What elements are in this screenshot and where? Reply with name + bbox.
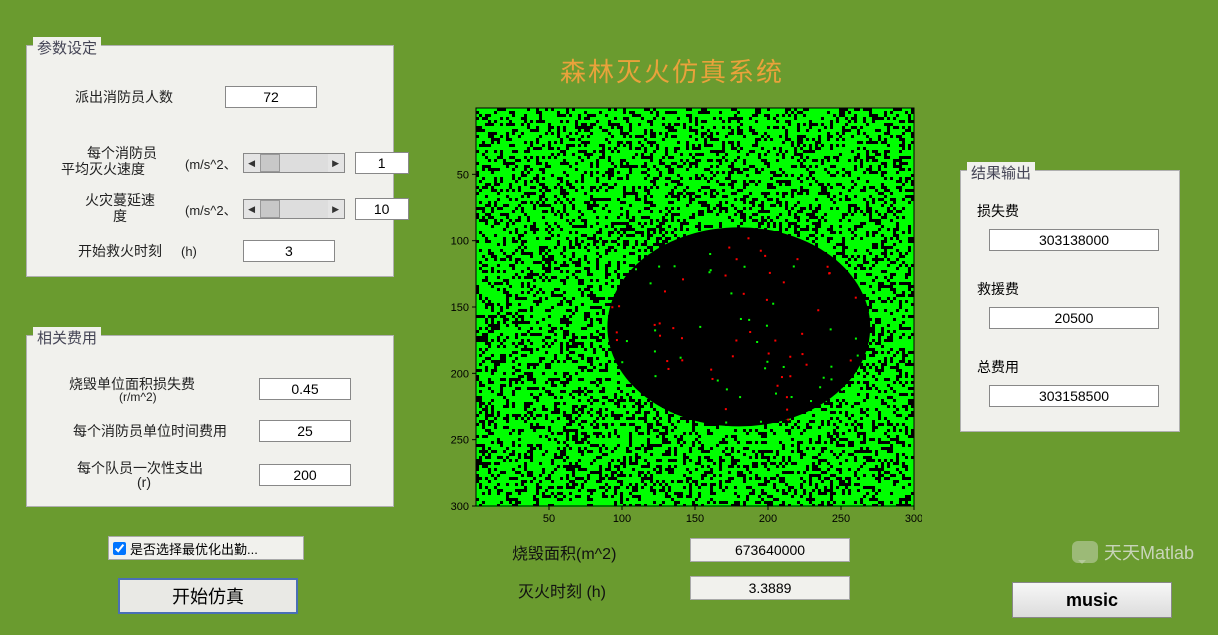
- firefighters-input[interactable]: [225, 86, 317, 108]
- optimize-checkbox[interactable]: [113, 542, 126, 555]
- per-ff-speed-label-2: 平均灭火速度: [61, 159, 145, 179]
- firefighters-label: 派出消防员人数: [59, 87, 189, 107]
- plot-svg: 5010015020025030050100150200250300: [442, 100, 922, 530]
- extinguish-time-label: 灭火时刻 (h): [518, 578, 606, 602]
- start-time-input[interactable]: [243, 240, 335, 262]
- rescue-fee-value: 20500: [989, 307, 1159, 329]
- output-panel-title: 结果输出: [967, 162, 1035, 183]
- fire-spread-unit: (m/s^2、: [185, 200, 237, 219]
- extinguish-time-value: 3.3889: [690, 576, 850, 600]
- music-button[interactable]: music: [1012, 582, 1172, 618]
- slider-right-arrow-icon[interactable]: ▶: [328, 200, 344, 218]
- start-time-label: 开始救火时刻: [65, 241, 175, 261]
- wechat-icon: [1072, 541, 1098, 563]
- oneoff-input[interactable]: [259, 464, 351, 486]
- watermark-text: 天天Matlab: [1104, 539, 1194, 565]
- loss-fee-label: 损失费: [977, 201, 1019, 221]
- total-fee-label: 总费用: [977, 357, 1019, 377]
- cost-panel: 相关费用 烧毁单位面积损失费 (r/m^2) 每个消防员单位时间费用 每个队员一…: [26, 335, 394, 507]
- parameter-panel: 参数设定 派出消防员人数 每个消防员 平均灭火速度 (m/s^2、 ◀ ▶ 火灾…: [26, 45, 394, 277]
- burned-area-label: 烧毁面积(m^2): [512, 540, 616, 564]
- total-fee-value: 303158500: [989, 385, 1159, 407]
- output-panel: 结果输出 损失费 303138000 救援费 20500 总费用 3031585…: [960, 170, 1180, 432]
- per-ff-time-label: 每个消防员单位时间费用: [55, 421, 245, 441]
- slider-right-arrow-icon[interactable]: ▶: [328, 154, 344, 172]
- burned-area-value: 673640000: [690, 538, 850, 562]
- slider-left-arrow-icon[interactable]: ◀: [244, 154, 260, 172]
- parameter-panel-title: 参数设定: [33, 37, 101, 58]
- start-simulation-button[interactable]: 开始仿真: [118, 578, 298, 614]
- area-loss-input[interactable]: [259, 378, 351, 400]
- per-ff-time-input[interactable]: [259, 420, 351, 442]
- start-time-unit: (h): [181, 244, 197, 259]
- slider-thumb[interactable]: [260, 200, 280, 218]
- simulation-plot: 5010015020025030050100150200250300: [442, 100, 922, 530]
- fire-spread-input[interactable]: [355, 198, 409, 220]
- per-ff-speed-slider[interactable]: ◀ ▶: [243, 153, 345, 173]
- oneoff-label-2: (r): [137, 474, 151, 490]
- fire-spread-label-2: 度: [113, 206, 127, 226]
- optimize-checkbox-label: 是否选择最优化出勤...: [130, 539, 258, 558]
- fire-spread-slider[interactable]: ◀ ▶: [243, 199, 345, 219]
- app-title: 森林灭火仿真系统: [560, 52, 784, 89]
- per-ff-speed-unit: (m/s^2、: [185, 154, 237, 173]
- cost-panel-title: 相关费用: [33, 327, 101, 348]
- area-loss-unit: (r/m^2): [119, 390, 157, 404]
- rescue-fee-label: 救援费: [977, 279, 1019, 299]
- optimize-checkbox-row[interactable]: 是否选择最优化出勤...: [108, 536, 304, 560]
- slider-left-arrow-icon[interactable]: ◀: [244, 200, 260, 218]
- watermark: 天天Matlab: [1072, 539, 1194, 565]
- slider-thumb[interactable]: [260, 154, 280, 172]
- per-ff-speed-input[interactable]: [355, 152, 409, 174]
- loss-fee-value: 303138000: [989, 229, 1159, 251]
